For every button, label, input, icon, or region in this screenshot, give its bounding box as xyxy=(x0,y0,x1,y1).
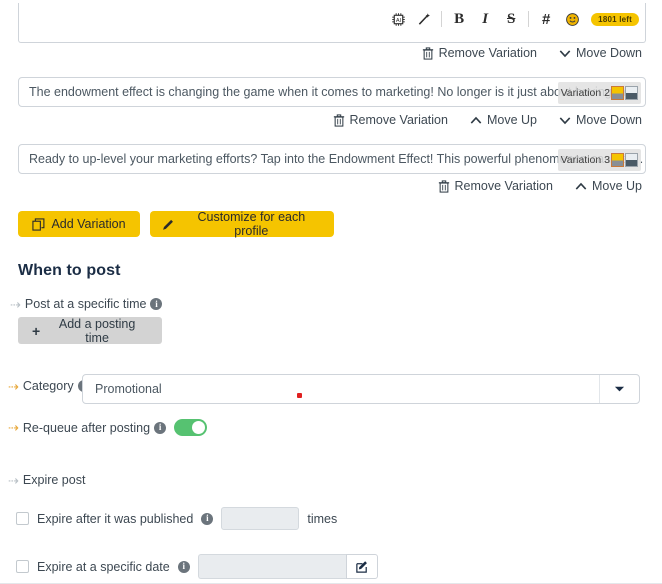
arrow-icon: ⇢ xyxy=(8,378,19,394)
move-down-label-1: Move Down xyxy=(576,46,642,60)
pencil-icon xyxy=(163,219,173,230)
post-editor-box[interactable]: AI B I S # 1801 left xyxy=(18,3,646,43)
ai-chip-icon[interactable]: AI xyxy=(385,8,411,30)
customize-profile-label: Customize for each profile xyxy=(197,210,306,238)
category-label-text: Category xyxy=(22,379,74,393)
chevron-up-icon xyxy=(575,182,587,190)
post-specific-time-label: ⇢ Post at a specific time i xyxy=(10,296,163,312)
hashtag-button[interactable]: # xyxy=(533,8,559,30)
plus-icon: + xyxy=(32,322,41,339)
toolbar-divider-2 xyxy=(528,11,530,27)
remove-variation-label-1: Remove Variation xyxy=(438,46,537,60)
italic-button[interactable]: I xyxy=(472,8,498,30)
toolbar-divider-1 xyxy=(441,11,443,27)
info-icon[interactable]: i xyxy=(154,421,167,434)
expire-times-input[interactable] xyxy=(221,507,300,530)
remove-variation-label-3: Remove Variation xyxy=(454,179,553,193)
expire-specific-date-row: Expire at a specific date i xyxy=(16,554,378,579)
variation-thumbnail-icon-3b xyxy=(625,153,638,167)
info-icon[interactable]: i xyxy=(177,560,190,573)
move-up-button-2[interactable]: Move Up xyxy=(470,113,537,127)
page-section-title-when-to-post: When to post xyxy=(18,262,121,279)
move-down-button-1[interactable]: Move Down xyxy=(559,46,642,60)
emoji-smiley-icon[interactable] xyxy=(559,8,585,30)
expire-after-published-checkbox[interactable] xyxy=(16,512,29,525)
trash-icon xyxy=(422,46,433,60)
info-icon[interactable]: i xyxy=(150,298,163,310)
variation-tag-label-3: Variation 3 xyxy=(560,154,610,166)
toggle-knob xyxy=(192,421,206,434)
magic-wand-icon[interactable] xyxy=(411,8,437,30)
remove-variation-button-2[interactable]: Remove Variation xyxy=(333,113,448,127)
svg-text:AI: AI xyxy=(396,17,402,23)
trash-icon xyxy=(333,113,344,127)
post-composer-page: AI B I S # 1801 left Remove Variation Mo… xyxy=(0,0,662,584)
variation-thumbnail-icon-2b xyxy=(625,86,638,100)
expire-post-text: Expire post xyxy=(22,473,86,487)
expire-after-published-label: Expire after it was published xyxy=(37,511,194,526)
expire-post-label: ⇢ Expire post xyxy=(8,473,85,487)
expire-specific-date-label: Expire at a specific date xyxy=(37,559,170,574)
move-up-label-2: Move Up xyxy=(486,113,537,127)
variation-text-2: The endowment effect is changing the gam… xyxy=(29,85,645,99)
remove-variation-label-2: Remove Variation xyxy=(349,113,448,127)
expire-after-published-row: Expire after it was published i times xyxy=(16,507,337,530)
add-variation-label: Add Variation xyxy=(51,217,126,231)
variation-2-actions: Remove Variation Move Up Move Down xyxy=(333,113,642,127)
category-selected-value: Promotional xyxy=(95,382,162,396)
chevron-down-icon xyxy=(559,49,571,57)
variation-1-actions: Remove Variation Move Down xyxy=(422,46,642,60)
requeue-toggle[interactable] xyxy=(174,419,208,436)
info-icon[interactable]: i xyxy=(201,512,214,525)
character-count-badge: 1801 left xyxy=(591,12,639,26)
editor-toolbar: AI B I S # 1801 left xyxy=(385,7,639,31)
customize-profile-button[interactable]: Customize for each profile xyxy=(150,210,334,238)
variation-text-3: Ready to up-level your marketing efforts… xyxy=(29,152,645,166)
variation-row-2[interactable]: The endowment effect is changing the gam… xyxy=(18,77,646,107)
copy-icon xyxy=(32,217,45,231)
arrow-icon: ⇢ xyxy=(8,472,19,488)
arrow-icon: ⇢ xyxy=(10,296,21,312)
trash-icon xyxy=(438,179,449,193)
variation-tag-2: Variation 2 xyxy=(557,82,641,104)
chevron-down-icon xyxy=(559,116,571,124)
variation-row-3[interactable]: Ready to up-level your marketing efforts… xyxy=(18,144,646,174)
add-posting-time-label: Add a posting time xyxy=(58,316,136,345)
edit-square-icon xyxy=(355,560,367,573)
arrow-icon: ⇢ xyxy=(8,420,19,435)
variation-3-actions: Remove Variation Move Up xyxy=(438,179,642,193)
variation-thumbnail-icon-3a xyxy=(611,153,624,167)
category-select[interactable]: Promotional xyxy=(82,374,640,404)
move-down-label-2: Move Down xyxy=(576,113,642,127)
chevron-up-icon xyxy=(470,116,482,124)
variation-tag-3: Variation 3 xyxy=(557,149,641,171)
variation-tag-label-2: Variation 2 xyxy=(560,87,610,99)
move-up-button-3[interactable]: Move Up xyxy=(575,179,642,193)
remove-variation-button-3[interactable]: Remove Variation xyxy=(438,179,553,193)
add-variation-button[interactable]: Add Variation xyxy=(18,211,140,237)
remove-variation-button-1[interactable]: Remove Variation xyxy=(422,46,537,60)
requeue-label-text: Re-queue after posting xyxy=(22,420,151,435)
strikethrough-button[interactable]: S xyxy=(498,8,524,30)
add-posting-time-button[interactable]: + Add a posting time xyxy=(18,316,162,345)
expire-date-picker-button[interactable] xyxy=(345,554,378,579)
requeue-label: ⇢ Re-queue after posting i xyxy=(8,419,208,436)
chevron-down-icon[interactable] xyxy=(599,375,639,403)
category-required-indicator xyxy=(297,393,302,398)
expire-date-input-group xyxy=(197,554,378,579)
category-label: ⇢ Category i xyxy=(8,379,90,393)
variation-thumbnail-icon-2a xyxy=(611,86,624,100)
post-specific-time-text: Post at a specific time xyxy=(24,297,147,311)
expire-times-suffix: times xyxy=(307,511,338,526)
move-down-button-2[interactable]: Move Down xyxy=(559,113,642,127)
bold-button[interactable]: B xyxy=(446,8,472,30)
expire-specific-date-checkbox[interactable] xyxy=(16,560,29,573)
expire-date-input[interactable] xyxy=(197,554,346,579)
move-up-label-3: Move Up xyxy=(591,179,642,193)
